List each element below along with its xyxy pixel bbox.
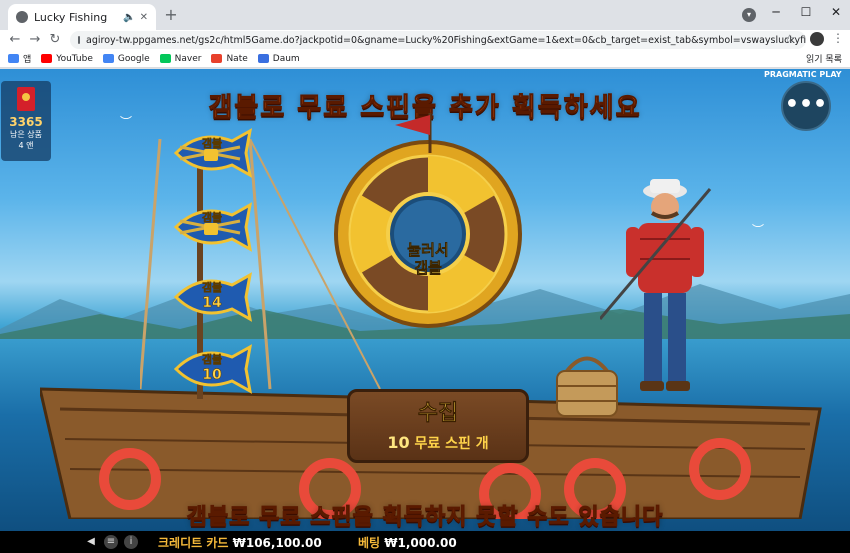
credit-value: ₩106,100.00: [232, 536, 322, 550]
prize-sub-label: 4 앤: [18, 141, 34, 150]
free-spins-count: 10: [387, 433, 410, 452]
bookmark-label: YouTube: [56, 53, 93, 64]
minimize-button[interactable]: ─: [762, 2, 790, 22]
google-icon: [102, 54, 114, 63]
credit-display: 크레디트 카드 ₩106,100.00: [158, 534, 322, 551]
credit-label: 크레디트 카드: [158, 536, 229, 550]
browser-tab[interactable]: Lucky Fishing 🔈 ✕: [8, 4, 156, 30]
bet-value: ₩1,000.00: [384, 536, 457, 550]
red-envelope-icon: [17, 87, 35, 111]
gamble-level-label: 갬블: [182, 135, 242, 151]
new-tab-button[interactable]: +: [162, 6, 180, 24]
gamble-level-label: 갬블 14: [182, 279, 242, 312]
gamble-spins-value: 14: [202, 295, 222, 312]
bookmark-naver[interactable]: Naver: [159, 53, 202, 64]
nate-icon: [211, 54, 223, 63]
game-menu-button[interactable]: •••: [781, 81, 831, 131]
bookmark-앱[interactable]: 앱: [8, 52, 31, 65]
gamble-level-label: 갬블 10: [182, 351, 242, 384]
gamble-word: 갬블: [201, 137, 223, 151]
bookmark-google[interactable]: Google: [102, 53, 150, 64]
forward-arrow-icon[interactable]: →: [26, 31, 44, 49]
apps-icon: [8, 54, 19, 63]
gamble-word: 갬블: [201, 281, 223, 295]
tab-close-button[interactable]: ✕: [140, 12, 148, 23]
back-arrow-icon[interactable]: ←: [6, 31, 24, 49]
reload-icon[interactable]: ↻: [46, 31, 64, 49]
bookmark-daum[interactable]: Daum: [257, 53, 300, 64]
daum-icon: [257, 54, 269, 63]
gamble-disclaimer: 갬블로 무료 스핀을 획득하지 못할 수도 있습니다: [186, 505, 664, 531]
speaker-icon[interactable]: ◀: [84, 535, 98, 549]
gamble-level-label: 갬블: [182, 209, 242, 225]
free-spins-label: 무료 스핀 개: [414, 436, 489, 452]
bet-display: 베팅 ₩1,000.00: [358, 534, 457, 551]
menu-lines-icon[interactable]: ≡: [104, 535, 118, 549]
close-window-button[interactable]: ✕: [822, 2, 850, 22]
prize-drop-panel[interactable]: 3365 남은 상품 4 앤: [1, 81, 51, 161]
youtube-icon: [41, 54, 53, 63]
tab-title: Lucky Fishing: [34, 10, 108, 24]
fish-basket: [556, 356, 618, 417]
seagull-icon: ︶: [752, 223, 765, 237]
bookmark-label: Daum: [272, 53, 300, 64]
bookmark-label: Naver: [174, 53, 202, 64]
browser-menu-icon[interactable]: ⋮: [832, 31, 844, 45]
profile-avatar[interactable]: [810, 32, 824, 46]
reading-list-button[interactable]: 읽기 목록: [806, 52, 842, 65]
browser-tab-bar: Lucky Fishing 🔈 ✕ + ▾ ─ ☐ ✕: [0, 0, 850, 30]
flag-icon: [395, 113, 432, 153]
gamble-word: 갬블: [201, 353, 223, 367]
bookmark-nate[interactable]: Nate: [211, 53, 248, 64]
info-icon[interactable]: i: [124, 535, 138, 549]
bookmarks-bar: 앱 YouTube Google Naver Nate Daum 읽기 목록: [0, 50, 850, 68]
speaker-icon[interactable]: 🔈: [123, 12, 135, 23]
naver-icon: [159, 54, 171, 63]
maximize-button[interactable]: ☐: [792, 2, 820, 22]
browser-toolbar: ← → ↻ agiroy-tw.ppgames.net/gs2c/html5Ga…: [0, 30, 850, 50]
gamble-wheel[interactable]: [333, 139, 523, 329]
address-bar[interactable]: agiroy-tw.ppgames.net/gs2c/html5Game.do?…: [70, 31, 806, 49]
tab-search-icon[interactable]: ▾: [742, 8, 756, 22]
collect-title: 수집: [417, 401, 459, 427]
bookmark-label: 앱: [23, 55, 32, 65]
game-canvas[interactable]: ︶ ︶ PRAGMATIC PLAY 갬블로 무료 스핀을 추가 획득하세요 3…: [0, 69, 850, 531]
prize-count: 3365: [9, 115, 43, 129]
collect-spins: 10 무료 스핀 개: [347, 433, 529, 453]
bet-label: 베팅: [358, 536, 381, 550]
provider-logo: PRAGMATIC PLAY: [764, 70, 842, 79]
game-status-bar: ◀ ≡ i 크레디트 카드 ₩106,100.00 베팅 ₩1,000.00: [0, 531, 850, 553]
lock-icon: [78, 36, 80, 44]
wheel-center-label[interactable]: 눌러서 갬블: [383, 241, 473, 278]
gamble-spins-value: 10: [202, 367, 222, 384]
bookmark-youtube[interactable]: YouTube: [41, 54, 93, 64]
gamble-word: 갬블: [201, 211, 223, 225]
globe-icon: [16, 11, 28, 23]
bookmark-label: Nate: [226, 53, 248, 64]
url-text: agiroy-tw.ppgames.net/gs2c/html5Game.do?…: [86, 34, 806, 46]
bookmark-star-icon[interactable]: ☆: [784, 32, 795, 46]
prize-label: 남은 상품: [10, 130, 42, 139]
bookmark-label: Google: [117, 53, 150, 64]
